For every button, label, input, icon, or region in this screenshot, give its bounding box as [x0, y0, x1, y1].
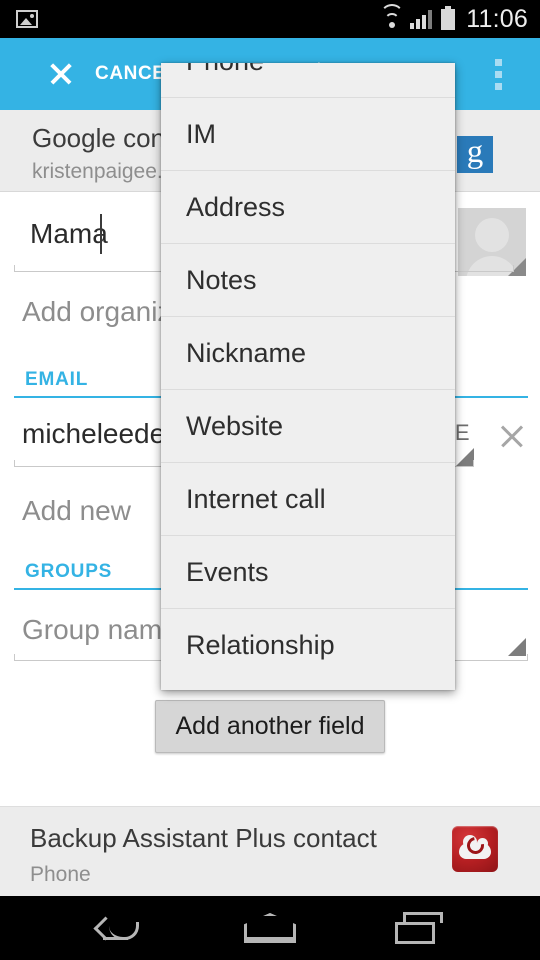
email-clear-button[interactable]	[498, 423, 526, 451]
cancel-button[interactable]: CANCEL	[48, 38, 178, 110]
wifi-icon	[380, 3, 405, 29]
backup-title: Backup Assistant Plus contact	[30, 823, 377, 853]
back-arrow-icon	[93, 912, 145, 944]
add-new-email-button[interactable]: Add new	[22, 495, 131, 527]
status-bar-right: 11:06	[380, 0, 528, 38]
home-icon	[244, 913, 296, 943]
image-notification-icon	[16, 10, 38, 28]
signal-icon	[410, 9, 433, 29]
google-account-icon: g	[457, 136, 493, 173]
backup-subtitle: Phone	[30, 863, 91, 886]
avatar-head	[475, 218, 509, 252]
status-bar: 11:06	[0, 0, 540, 38]
navigation-bar	[0, 896, 540, 960]
menu-item-im[interactable]: IM	[161, 98, 455, 171]
name-input[interactable]: Mama	[30, 218, 108, 250]
menu-item-relationship[interactable]: Relationship	[161, 609, 455, 682]
menu-item-phone[interactable]: Phone	[161, 63, 455, 98]
backup-cloud-icon	[452, 826, 498, 872]
email-section-header: EMAIL	[25, 369, 89, 390]
add-field-dropdown-menu[interactable]: Phone IM Address Notes Nickname Website …	[161, 63, 455, 690]
group-dropdown-icon[interactable]	[508, 638, 526, 656]
back-button[interactable]	[60, 896, 180, 960]
battery-icon	[441, 5, 456, 30]
menu-item-events[interactable]: Events	[161, 536, 455, 609]
phone-screen: 11:06 CANCEL SAVE Google contact kristen…	[0, 0, 540, 960]
menu-item-website[interactable]: Website	[161, 390, 455, 463]
menu-item-notes[interactable]: Notes	[161, 244, 455, 317]
recents-button[interactable]	[360, 896, 480, 960]
groups-section-header: GROUPS	[25, 561, 113, 582]
group-name-input[interactable]: Group name	[22, 614, 178, 646]
email-type-label[interactable]: E	[455, 420, 470, 446]
home-button[interactable]	[210, 896, 330, 960]
clock: 11:06	[466, 4, 528, 33]
menu-item-nickname[interactable]: Nickname	[161, 317, 455, 390]
recent-apps-icon	[395, 912, 445, 944]
contact-photo-placeholder[interactable]	[458, 208, 526, 276]
close-icon	[48, 61, 74, 87]
email-type-dropdown-icon[interactable]	[456, 448, 474, 466]
overflow-menu-icon[interactable]	[478, 38, 518, 110]
photo-edit-corner-icon	[508, 258, 526, 276]
menu-item-internet-call[interactable]: Internet call	[161, 463, 455, 536]
add-another-field-button[interactable]: Add another field	[155, 700, 385, 753]
text-cursor	[100, 214, 102, 254]
menu-item-address[interactable]: Address	[161, 171, 455, 244]
account-subtitle: kristenpaigee...	[32, 160, 175, 183]
